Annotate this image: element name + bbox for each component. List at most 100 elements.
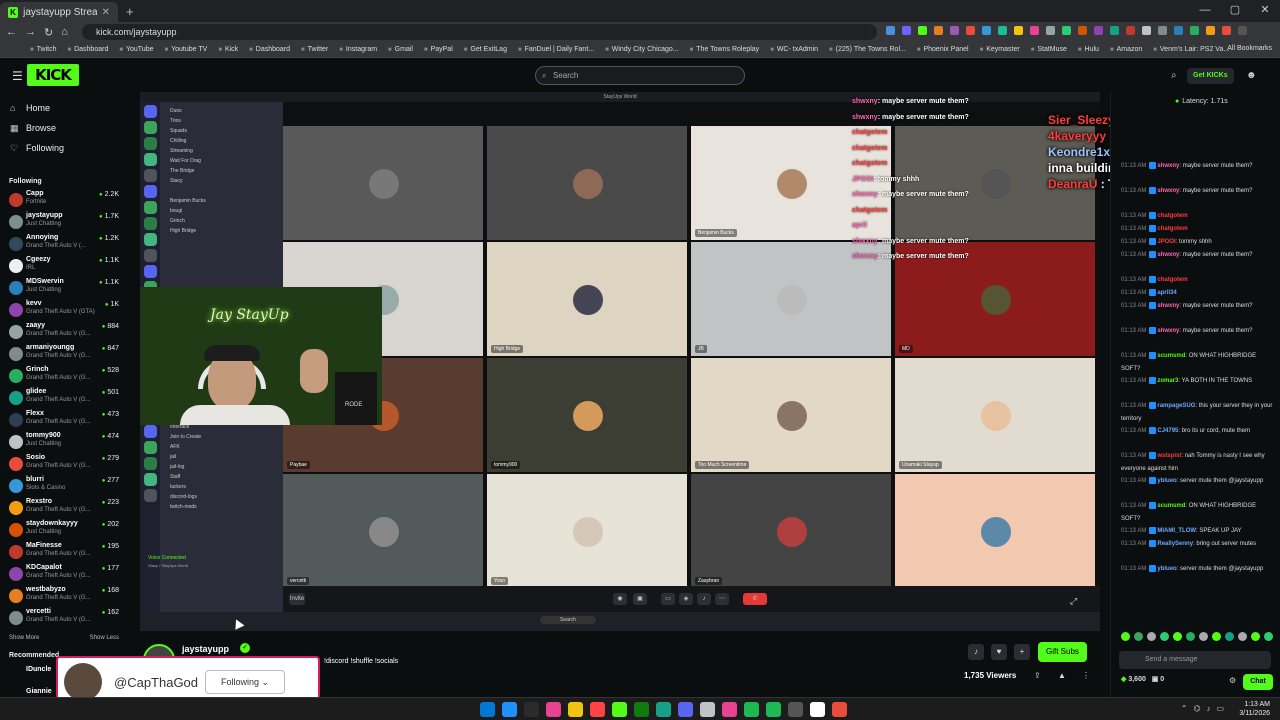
battery-icon[interactable]: ▭ [1216,704,1224,713]
extension-icon[interactable] [934,26,943,35]
emote-icon[interactable] [1186,632,1195,641]
taskbar-app-icon[interactable] [502,702,517,717]
window-close-icon[interactable]: ✕ [1250,0,1280,20]
following-channel[interactable]: KDCapalotGrand Theft Auto V (G...177 [0,563,128,585]
chat-username[interactable]: shwxny [1157,252,1179,258]
settings-icon[interactable]: ⚙ [1229,676,1236,685]
taskbar-app-icon[interactable] [810,702,825,717]
emote-icon[interactable] [1225,632,1234,641]
taskbar-app-icon[interactable] [612,702,627,717]
taskbar-app-icon[interactable] [524,702,539,717]
extension-icon[interactable] [1110,26,1119,35]
channel-name[interactable]: jaystayupp [182,644,229,654]
bookmark-item[interactable]: Get ExitLag [464,46,507,53]
show-more-button[interactable]: Show More [9,635,39,641]
video-player[interactable]: StayUps World Duos Trios Squads Chilling Str… [140,92,1277,631]
bookmark-item[interactable]: Dashboard [67,46,108,53]
emote-icon[interactable] [1173,632,1182,641]
maximize-icon[interactable]: ▢ [1220,0,1250,20]
extension-icon[interactable] [1142,26,1151,35]
extension-icon[interactable] [1094,26,1103,35]
extension-icon[interactable] [966,26,975,35]
taskbar-app-icon[interactable] [480,702,495,717]
following-channel[interactable]: CappFortnite2.2K [0,189,128,211]
following-channel[interactable]: AnnoyingGrand Theft Auto V (...1.2K [0,233,128,255]
kick-logo[interactable]: KICK [27,64,79,86]
extension-icon[interactable] [1222,26,1231,35]
chat-username[interactable]: shwxny [1157,328,1179,334]
forward-icon[interactable]: → [25,26,36,38]
chevron-up-icon[interactable]: ⌃ [1181,704,1188,713]
extension-icon[interactable] [1158,26,1167,35]
home-browser-icon[interactable]: ⌂ [61,26,68,38]
following-channel[interactable]: GrinchGrand Theft Auto V (G...528 [0,365,128,387]
emote-icon[interactable] [1134,632,1143,641]
bookmark-item[interactable]: Dashboard [249,46,290,53]
chat-username[interactable]: yblueo [1157,478,1176,484]
bookmark-item[interactable]: Twitter [301,46,329,53]
following-button[interactable]: Following ⌄ [205,670,285,694]
bookmark-item[interactable]: (225) The Towns Rol... [829,46,906,53]
browser-tab[interactable]: K jaystayupp Stream - Watch ✕ [0,2,118,22]
following-channel[interactable]: CgeezyIRL1.1K [0,255,128,277]
extension-icon[interactable] [998,26,1007,35]
report-icon[interactable]: ▲ [1058,671,1066,680]
volume-icon[interactable]: ♪ [1206,704,1210,713]
get-kicks-button[interactable]: Get KICKs [1187,68,1234,84]
following-channel[interactable]: zaayyGrand Theft Auto V (G...884 [0,321,128,343]
chat-username[interactable]: chatgotem [1157,277,1187,283]
extension-icon[interactable] [1078,26,1087,35]
extension-icon[interactable] [1126,26,1135,35]
following-channel[interactable]: vercettiGrand Theft Auto V (G...162 [0,607,128,629]
taskbar-app-icon[interactable] [744,702,759,717]
bookmark-item[interactable]: The Towns Roleplay [690,46,759,53]
taskbar-app-icon[interactable] [634,702,649,717]
following-channel[interactable]: jaystayuppJust Chatting1.7K [0,211,128,233]
bookmark-item[interactable]: Phoenix Panel [917,46,968,53]
chat-send-button[interactable]: Chat [1243,674,1273,690]
extension-icon[interactable] [918,26,927,35]
chat-input[interactable]: Send a message [1119,651,1271,669]
search-input[interactable]: ⌕ Search [535,66,745,85]
sidebar-nav-following[interactable]: ♡ Following [0,138,128,158]
emote-icon[interactable] [1251,632,1260,641]
bookmark-item[interactable]: Twitch [30,46,57,53]
chat-username[interactable]: yblueo [1157,566,1176,572]
bookmark-item[interactable]: StatMuse [1031,46,1067,53]
gift-subs-button[interactable]: Gift Subs [1038,642,1087,662]
bookmark-item[interactable]: Keymaster [980,46,1019,53]
emote-icon[interactable] [1147,632,1156,641]
following-channel[interactable]: MDSwervinJust Chatting1.1K [0,277,128,299]
reload-icon[interactable]: ↻ [44,26,53,39]
taskbar-app-icon[interactable] [788,702,803,717]
minimize-icon[interactable]: — [1190,0,1220,20]
bookmark-item[interactable]: Hulu [1078,46,1099,53]
bookmark-item[interactable]: Amazon [1110,46,1143,53]
chat-username[interactable]: JPOOI [1157,239,1175,245]
emote-icon[interactable] [1121,632,1130,641]
recommended-item[interactable]: Giannie [26,688,52,695]
url-field[interactable]: kick.com/jaystayupp [82,24,877,40]
user-avatar-icon[interactable]: ☻ [1246,70,1257,81]
following-channel[interactable]: glideeGrand Theft Auto V (G...501 [0,387,128,409]
following-channel[interactable]: staydownkayyyJust Chatting202 [0,519,128,541]
following-channel[interactable]: MaFinesseGrand Theft Auto V (G...195 [0,541,128,563]
chat-username[interactable]: shwxny [1157,188,1179,194]
bookmark-item[interactable]: PayPal [424,46,453,53]
chat-username[interactable]: april34 [1157,290,1176,296]
taskbar-app-icon[interactable] [766,702,781,717]
bookmark-item[interactable]: Kick [218,46,238,53]
extension-icon[interactable] [1174,26,1183,35]
sidebar-nav-home[interactable]: ⌂ Home [0,98,128,118]
extension-icon[interactable] [1062,26,1071,35]
extension-icon[interactable] [1046,26,1055,35]
clock[interactable]: 1:13 AM 3/11/2026 [1239,700,1270,718]
emote-icon[interactable] [1199,632,1208,641]
all-bookmarks[interactable]: All Bookmarks [1227,45,1272,52]
following-channel[interactable]: RexstroGrand Theft Auto V (G...223 [0,497,128,519]
chat-username[interactable]: chatgotem [1157,226,1187,232]
chat-username[interactable]: wstspist [1157,453,1181,459]
bookmark-item[interactable]: Youtube TV [164,46,207,53]
taskbar-app-icon[interactable] [700,702,715,717]
show-less-button[interactable]: Show Less [90,635,119,641]
